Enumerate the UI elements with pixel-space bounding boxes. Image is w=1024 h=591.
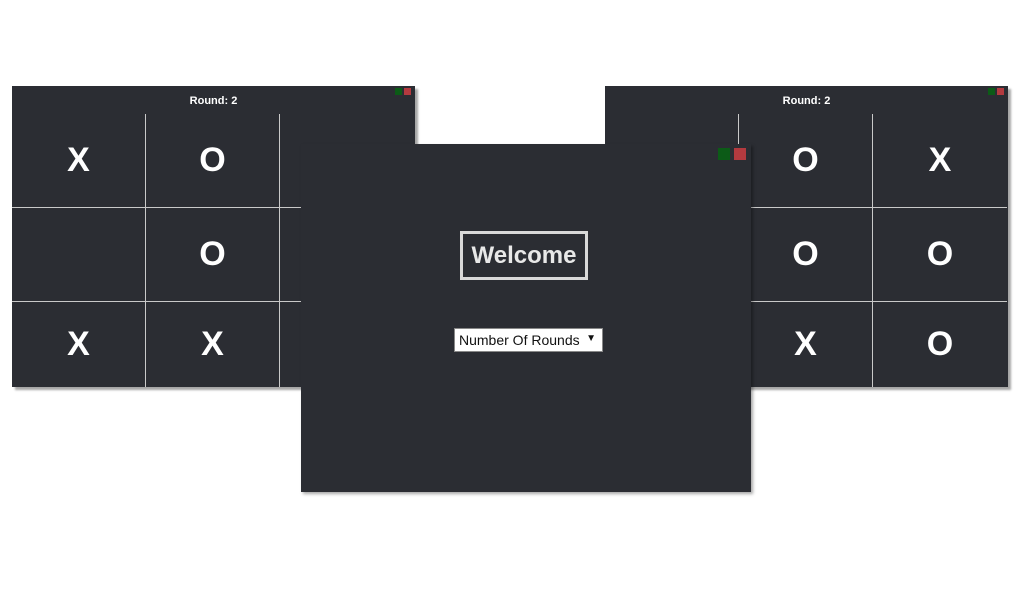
board-cell[interactable]: O [146,114,280,208]
welcome-dialog: Welcome Number Of Rounds ▼ [301,144,751,492]
close-button[interactable] [997,88,1004,95]
welcome-title: Welcome [460,231,588,280]
round-label: Round: 2 [782,95,831,107]
window-controls [988,88,1004,95]
rounds-select[interactable]: Number Of Rounds ▼ [454,328,603,352]
board-cell[interactable]: O [146,208,280,302]
window-controls [718,148,746,160]
rounds-select-value: Number Of Rounds [459,332,580,348]
board-cell[interactable]: X [12,302,146,387]
minimize-button[interactable] [395,88,402,95]
board-cell[interactable]: X [146,302,280,387]
board-cell[interactable]: X [12,114,146,208]
board-cell[interactable]: X [739,302,873,387]
close-button[interactable] [734,148,746,160]
round-label: Round: 2 [189,95,238,107]
window-controls [395,88,411,95]
close-button[interactable] [404,88,411,95]
board-cell[interactable]: X [873,114,1007,208]
board-cell[interactable]: O [873,208,1007,302]
board-cell[interactable]: O [739,114,873,208]
board-cell[interactable]: O [739,208,873,302]
minimize-button[interactable] [718,148,730,160]
board-cell[interactable]: O [873,302,1007,387]
minimize-button[interactable] [988,88,995,95]
dropdown-arrow-icon: ▼ [586,333,596,344]
board-cell[interactable] [12,208,146,302]
